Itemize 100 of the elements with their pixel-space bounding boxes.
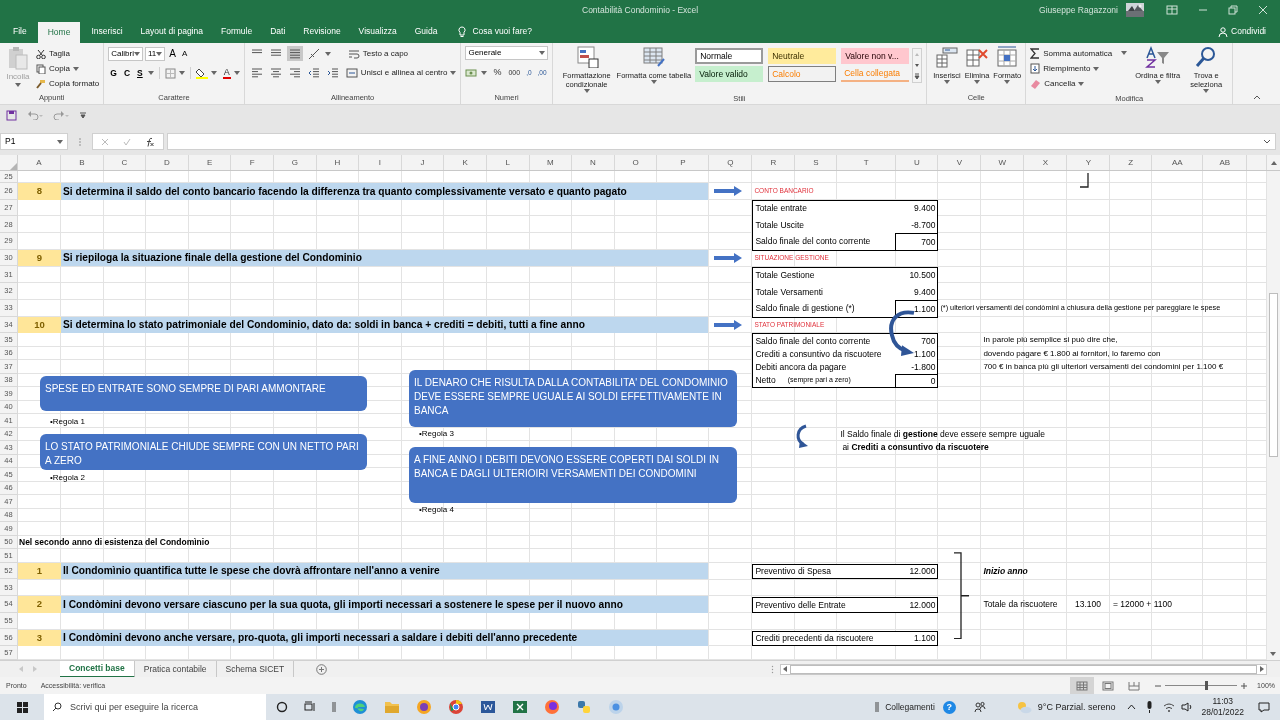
step-number: 8 <box>18 183 61 200</box>
search-field[interactable]: Scrivi qui per eseguire la ricerca <box>44 694 266 720</box>
scrollbar-thumb[interactable] <box>790 664 1257 674</box>
links-label[interactable]: Collegamenti <box>885 700 935 714</box>
merge-cells-icon <box>345 67 358 78</box>
next-sheet-icon <box>32 665 38 674</box>
column-header[interactable]: C <box>121 156 128 169</box>
close-icon <box>1258 5 1268 15</box>
help-icon[interactable]: ? <box>942 700 956 714</box>
sheet-tab[interactable]: Concetti base <box>60 660 135 678</box>
column-header[interactable]: Q <box>727 156 734 169</box>
column-header[interactable]: S <box>813 156 819 169</box>
column-header[interactable]: O <box>632 156 639 169</box>
record-icon <box>608 699 624 716</box>
separator-icon <box>332 701 336 714</box>
ribbon-tab[interactable]: Guida <box>407 25 445 38</box>
ribbon-button[interactable]: Copia <box>36 61 100 76</box>
arrow-icon <box>714 319 743 330</box>
formula-field[interactable] <box>167 133 1276 150</box>
caret-icon <box>210 71 217 76</box>
ribbon-display-icon <box>1166 5 1178 15</box>
column-header[interactable]: P <box>680 156 686 169</box>
tell-me-field[interactable]: Cosa vuoi fare? <box>472 25 532 38</box>
grow-font-button[interactable]: A <box>167 46 178 61</box>
browser-icon <box>448 699 464 716</box>
ribbon-tab[interactable]: Dati <box>263 25 293 38</box>
view-button[interactable] <box>1070 677 1095 695</box>
spreadsheet-icon <box>512 699 528 716</box>
clock-date[interactable]: 28/01/2022 <box>1201 707 1244 719</box>
ribbon-tab[interactable]: Revisione <box>296 25 348 38</box>
column-header[interactable]: T <box>863 156 869 169</box>
column-header[interactable]: X <box>1042 156 1048 169</box>
ribbon-button[interactable]: Testo a capo <box>347 46 409 61</box>
align-center-icon <box>269 66 282 79</box>
row-label: Totale Gestione <box>755 269 815 283</box>
column-header[interactable]: G <box>291 156 298 169</box>
column-header[interactable]: AA <box>1171 156 1183 169</box>
ribbon-button[interactable]: Cancella <box>1030 76 1128 91</box>
rule-caption: •Regola 3 <box>419 428 454 440</box>
ribbon-tab[interactable]: File <box>6 25 34 38</box>
percent-button[interactable]: % <box>491 66 504 80</box>
zoom-slider[interactable] <box>1165 681 1238 691</box>
column-header[interactable]: Z <box>1128 156 1134 169</box>
column-header[interactable]: V <box>956 156 962 169</box>
ribbon-button[interactable]: Somma automatica <box>1030 46 1128 61</box>
shrink-font-button[interactable]: A <box>179 47 190 60</box>
column-header[interactable]: E <box>206 156 213 169</box>
ribbon-tab[interactable]: Inserisci <box>84 25 130 38</box>
column-header[interactable]: F <box>249 156 255 169</box>
column-header[interactable]: M <box>547 156 554 169</box>
row-value: 1.100 <box>895 300 938 317</box>
scrollbar-thumb[interactable] <box>1269 293 1278 457</box>
ribbon-button[interactable]: Unisci e allinea al centro <box>345 65 457 80</box>
column-header[interactable]: Y <box>1085 156 1091 169</box>
ribbon-tab[interactable]: Formule <box>213 25 260 38</box>
row-value: -8.700 <box>910 218 937 232</box>
cell-style[interactable]: Valore valido <box>695 66 764 82</box>
column-header[interactable]: J <box>420 156 425 169</box>
normal-view-icon <box>1076 680 1089 691</box>
font-color-button[interactable]: A <box>222 67 231 80</box>
clock-time[interactable]: 11:03 <box>1212 696 1234 708</box>
number-format-field[interactable]: Generale <box>465 46 548 60</box>
column-header[interactable]: K <box>462 156 468 169</box>
font-size-field[interactable]: 11 <box>144 46 166 61</box>
column-header[interactable]: B <box>79 156 85 169</box>
column-header[interactable]: H <box>334 156 341 169</box>
explanation-line: 700 € in banca più gli ulteriori versamenti dei condomini per 1.100 € <box>983 361 1224 374</box>
column-header[interactable]: R <box>770 156 777 169</box>
font-name-field[interactable]: Calibri <box>108 46 143 61</box>
ribbon-button[interactable]: Riempimento <box>1030 61 1128 76</box>
column-header[interactable]: L <box>505 156 510 169</box>
person-icon <box>1218 26 1229 37</box>
row-value: 12.000 <box>909 598 936 612</box>
step-text: I Condòmini devono versare ciascuno per la sua quota, gli importi necessari a sostenere le spese per il nuovo anno <box>61 596 709 613</box>
cell-style[interactable]: Valore non v... <box>841 48 910 64</box>
ribbon-button[interactable]: Copia formato <box>36 76 100 91</box>
explanation-line: In parole più semplice si può dire che, <box>983 334 1118 347</box>
ribbon-tab[interactable]: Home <box>37 22 81 43</box>
ribbon-button[interactable]: Taglia <box>36 46 100 61</box>
caret-icon <box>481 70 488 75</box>
name-box[interactable]: P1 <box>0 133 68 150</box>
column-header[interactable]: I <box>378 156 382 169</box>
cell-style[interactable]: Normale <box>695 48 764 64</box>
column-header[interactable]: U <box>913 156 920 169</box>
ribbon-tab[interactable]: Visualizza <box>351 25 404 38</box>
column-header[interactable]: D <box>164 156 170 169</box>
weather-text[interactable]: 9°C Parzial. sereno <box>1037 700 1116 715</box>
customize-toolbar-icon <box>79 111 87 119</box>
underline-button[interactable]: S <box>135 67 145 80</box>
curved-arrow <box>794 423 810 450</box>
cell-style[interactable]: Neutrale <box>768 48 837 64</box>
share-button[interactable]: Condividi <box>1218 25 1266 38</box>
caret-icon <box>1078 81 1085 86</box>
italic-button[interactable]: C <box>121 67 132 80</box>
column-header[interactable]: N <box>590 156 596 169</box>
column-header[interactable]: AB <box>1219 156 1231 169</box>
bold-button[interactable]: G <box>108 67 119 80</box>
column-header[interactable]: W <box>998 156 1007 169</box>
ribbon-tab[interactable]: Layout di pagina <box>133 25 210 38</box>
column-header[interactable]: A <box>36 156 42 169</box>
